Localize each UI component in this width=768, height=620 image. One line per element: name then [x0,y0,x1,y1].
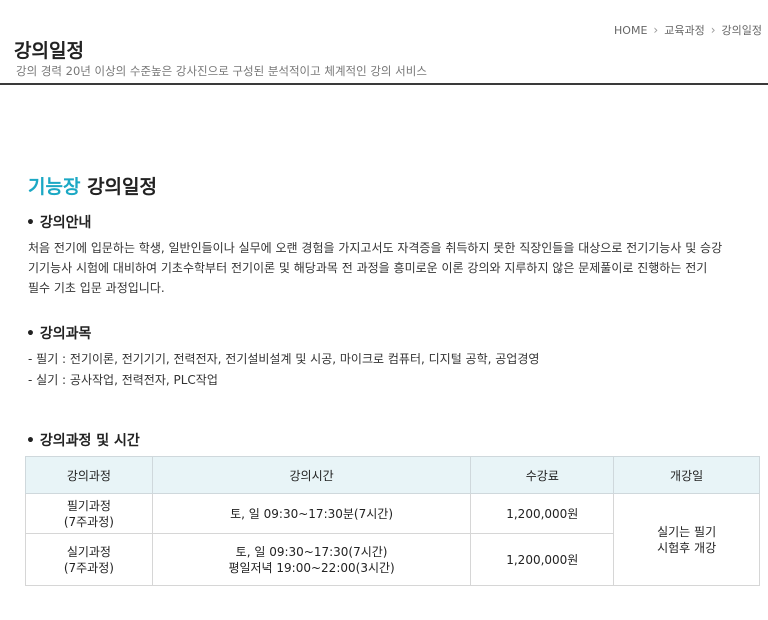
course-name: 실기과정 [66,544,111,559]
course-duration: (7주과정) [63,560,114,575]
guide-heading: 강의안내 [26,212,92,232]
course-cell: 필기과정 (7주과정) [25,493,153,534]
table-header-row: 강의과정 강의시간 수강료 개강일 [25,456,760,494]
fee-cell: 1,200,000원 [470,493,615,534]
chevron-right-icon: › [653,23,659,37]
breadcrumb-home[interactable]: HOME [614,24,647,37]
course-duration: (7주과정) [63,514,114,529]
header-divider [0,83,768,85]
page-title: 강의일정 [14,40,84,62]
breadcrumb-courses[interactable]: 교육과정 [664,22,704,38]
column-header-fee: 수강료 [470,456,615,494]
breadcrumb: HOME › 교육과정 › 강의일정 [614,22,762,38]
column-header-course: 강의과정 [25,456,153,494]
guide-line: 필수 기초 입문 과정입니다. [28,281,165,295]
table-row: 필기과정 (7주과정) 토, 일 09:30~17:30분(7시간) 1,200… [25,493,760,586]
time-text: 평일저녁 19:00~22:00(3시간) [228,560,395,575]
list-item: 필기 : 전기이론, 전기기기, 전력전자, 전기설비설계 및 시공, 마이크로… [28,349,539,370]
fee-cell: 1,200,000원 [470,533,615,586]
start-text: 시험후 개강 [657,540,717,555]
section-title-text: 강의일정 [87,176,157,198]
page-subtitle: 강의 경력 20년 이상의 수준높은 강사진으로 구성된 분석적이고 체계적인 … [16,64,427,78]
column-header-start: 개강일 [613,456,760,494]
time-cell: 토, 일 09:30~17:30분(7시간) [151,493,472,534]
course-name: 필기과정 [66,498,111,513]
column-header-time: 강의시간 [151,456,472,494]
time-cell: 토, 일 09:30~17:30(7시간) 평일저녁 19:00~22:00(3… [151,533,472,586]
section-title-accent: 기능장 [28,176,81,198]
time-text: 토, 일 09:30~17:30분(7시간) [230,506,394,521]
chevron-right-icon: › [710,23,716,37]
guide-line: 기기능사 시험에 대비하여 기초수학부터 전기이론 및 해당과목 전 과정을 흥… [28,261,708,275]
guide-line: 처음 전기에 입문하는 학생, 일반인들이나 실무에 오랜 경험을 가지고서도 … [28,241,723,255]
breadcrumb-current: 강의일정 [721,24,762,37]
start-cell: 실기는 필기 시험후 개강 [613,493,760,586]
guide-paragraph: 처음 전기에 입문하는 학생, 일반인들이나 실무에 오랜 경험을 가지고서도 … [28,238,763,298]
start-text: 실기는 필기 [657,524,717,539]
schedule-table: 강의과정 강의시간 수강료 개강일 필기과정 (7주과정) 토, 일 09:30… [25,456,760,586]
list-item: 실기 : 공사작업, 전력전자, PLC작업 [28,370,539,391]
time-text: 토, 일 09:30~17:30(7시간) [235,544,388,559]
section-title: 기능장 강의일정 [28,172,157,199]
course-cell: 실기과정 (7주과정) [25,533,153,586]
subjects-heading: 강의과목 [26,323,92,343]
subjects-list: 필기 : 전기이론, 전기기기, 전력전자, 전기설비설계 및 시공, 마이크로… [28,349,539,391]
schedule-heading: 강의과정 및 시간 [26,430,140,450]
